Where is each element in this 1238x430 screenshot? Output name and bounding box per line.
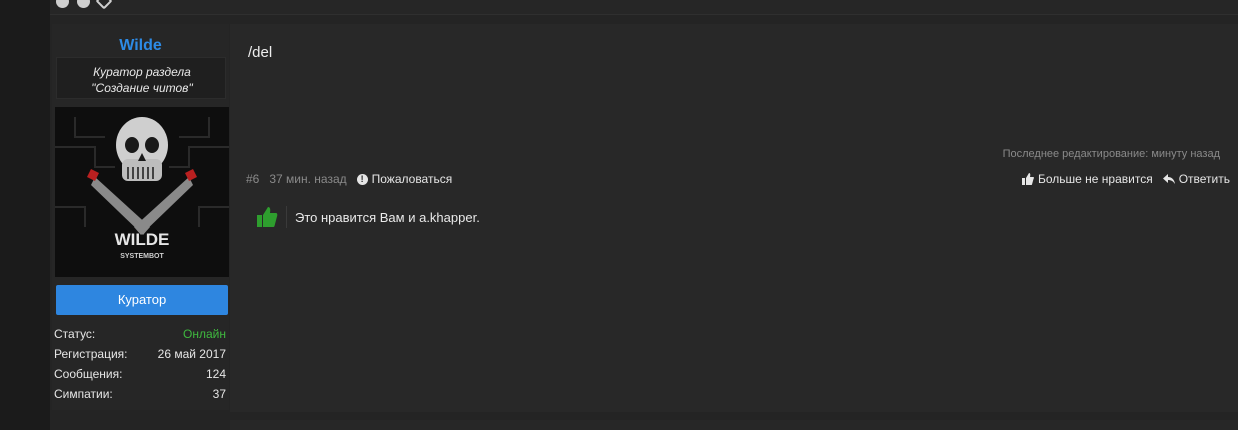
stat-label: Регистрация: xyxy=(54,347,128,361)
skype-icon[interactable] xyxy=(56,0,69,8)
user-stats: Статус: Онлайн Регистрация: 26 май 2017 … xyxy=(54,324,226,404)
last-edit-note: Последнее редактирование: минуту назад xyxy=(1002,148,1220,160)
skull-avatar-image: WILDE SYSTEMBOT xyxy=(55,107,229,277)
next-post-header xyxy=(230,420,1238,430)
stat-label: Сообщения: xyxy=(54,367,123,381)
report-label: Пожаловаться xyxy=(371,172,453,186)
post-content: /del Последнее редактирование: минуту на… xyxy=(230,24,1238,412)
alert-icon: ! xyxy=(356,173,368,185)
stat-row-messages: Сообщения: 124 xyxy=(54,364,226,384)
username-link[interactable]: Wilde xyxy=(52,37,229,55)
thread-page: Wilde Куратор раздела "Создание читов" W… xyxy=(50,0,1238,430)
avatar-subcaption: SYSTEMBOT xyxy=(120,253,164,260)
stat-value: 37 xyxy=(212,387,226,401)
post-meta: #6 37 мин. назад ! Пожаловаться xyxy=(246,172,452,186)
post-time[interactable]: 37 мин. назад xyxy=(269,172,346,186)
user-title-line1: Куратор раздела xyxy=(93,65,191,79)
stat-row-status: Статус: Онлайн xyxy=(54,324,226,344)
stat-row-likes: Симпатии: 37 xyxy=(54,384,226,404)
green-thumbs-up-icon xyxy=(257,207,278,227)
role-button[interactable]: Куратор xyxy=(56,285,228,315)
stat-label: Статус: xyxy=(54,327,96,341)
thumbs-up-icon xyxy=(1021,173,1034,185)
steam-icon[interactable] xyxy=(95,0,113,10)
telegram-icon[interactable] xyxy=(77,0,90,8)
user-title: Куратор раздела "Создание читов" xyxy=(57,64,227,96)
stat-value: 26 май 2017 xyxy=(157,347,226,361)
stat-value: Онлайн xyxy=(183,327,226,341)
likes-summary: Это нравится Вам и a.khapper. xyxy=(256,206,480,228)
unlike-label: Больше не нравится xyxy=(1037,172,1153,186)
likes-divider xyxy=(286,206,287,228)
reply-icon xyxy=(1162,174,1175,184)
user-title-box: Куратор раздела "Создание читов" xyxy=(56,57,226,99)
contact-icons xyxy=(56,0,113,10)
stat-row-registration: Регистрация: 26 май 2017 xyxy=(54,344,226,364)
likes-text[interactable]: Это нравится Вам и a.khapper. xyxy=(295,210,480,225)
report-button[interactable]: ! Пожаловаться xyxy=(356,172,453,186)
reply-label: Ответить xyxy=(1178,172,1230,186)
avatar-caption: WILDE xyxy=(115,230,170,249)
stat-label: Симпатии: xyxy=(54,387,113,401)
reply-button[interactable]: Ответить xyxy=(1162,172,1230,186)
unlike-button[interactable]: Больше не нравится xyxy=(1021,172,1153,186)
post-message: /del xyxy=(248,44,273,61)
post-actions: Больше не нравится Ответить xyxy=(1021,172,1230,186)
user-info-panel: Wilde Куратор раздела "Создание читов" W… xyxy=(52,24,229,410)
post-number-link[interactable]: #6 xyxy=(246,172,259,186)
user-title-line2: "Создание читов" xyxy=(91,81,193,95)
previous-post-footer xyxy=(50,0,1238,15)
avatar[interactable]: WILDE SYSTEMBOT xyxy=(55,107,229,277)
stat-value[interactable]: 124 xyxy=(206,364,226,384)
left-gutter xyxy=(0,0,50,430)
